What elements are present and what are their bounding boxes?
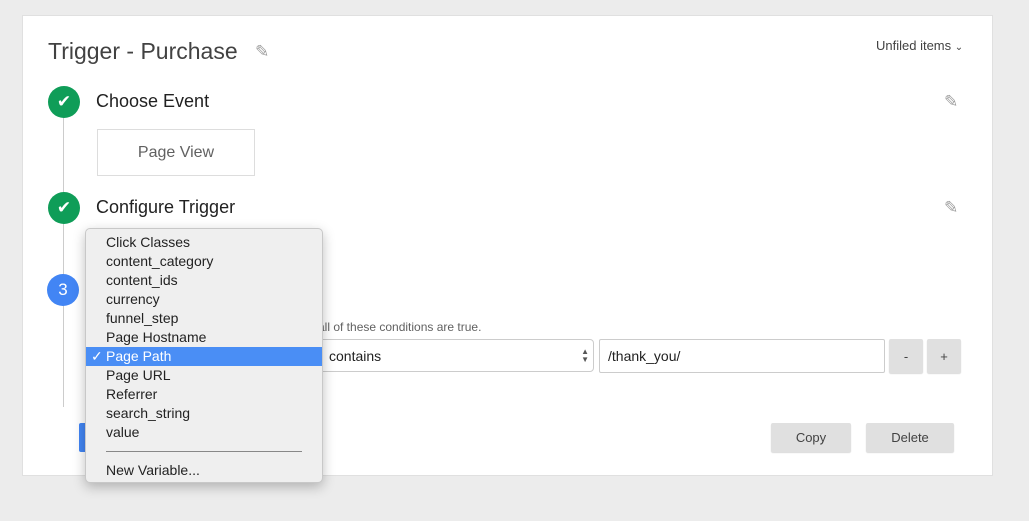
folder-label: Unfiled items <box>876 38 952 53</box>
event-type-button[interactable]: Page View <box>97 129 255 176</box>
edit-trigger-icon[interactable]: ✎ <box>944 198 958 218</box>
step-title-choose-event: Choose Event <box>96 91 210 111</box>
variable-dropdown-menu: Click Classes content_category content_ids… <box>85 228 323 483</box>
menu-item-label: value <box>106 424 140 440</box>
new-variable-item[interactable]: New Variable... <box>86 461 322 480</box>
menu-item[interactable]: Page URL <box>86 366 322 385</box>
menu-item-label: Page Hostname <box>106 329 207 345</box>
menu-item[interactable]: currency <box>86 290 322 309</box>
chevron-down-icon: ⌄ <box>954 42 964 53</box>
menu-item[interactable]: Click Classes <box>86 233 322 252</box>
check-icon: ✔ <box>48 192 80 224</box>
menu-item-label: Page Path <box>106 348 172 364</box>
remove-condition-button[interactable]: - <box>889 339 923 373</box>
check-icon: ✓ <box>91 348 103 364</box>
menu-item-label: funnel_step <box>106 310 179 326</box>
edit-title-icon[interactable]: ✎ <box>255 42 269 62</box>
step-connector <box>63 117 64 407</box>
page-title: Trigger - Purchase <box>48 38 238 64</box>
folder-selector[interactable]: Unfiled items ⌄ <box>876 38 963 53</box>
add-condition-button[interactable]: + <box>927 339 961 373</box>
menu-item-label: Page URL <box>106 367 171 383</box>
step-title-configure-trigger: Configure Trigger <box>96 197 236 217</box>
menu-item[interactable]: ✓ Page Path <box>86 347 322 366</box>
menu-item-label: search_string <box>106 405 191 421</box>
delete-button[interactable]: Delete <box>866 423 954 452</box>
copy-button[interactable]: Copy <box>771 423 851 452</box>
menu-item[interactable]: search_string <box>86 404 322 423</box>
edit-event-icon[interactable]: ✎ <box>944 92 958 112</box>
menu-item[interactable]: Referrer <box>86 385 322 404</box>
menu-item-label: content_ids <box>106 272 178 288</box>
menu-item[interactable]: content_category <box>86 252 322 271</box>
conditions-hint: all of these conditions are true. <box>318 320 482 334</box>
menu-item[interactable]: content_ids <box>86 271 322 290</box>
menu-item-label: currency <box>106 291 160 307</box>
operator-select[interactable]: contains ▲ ▼ <box>318 339 594 372</box>
operator-value: contains <box>329 348 382 364</box>
menu-item-label: Click Classes <box>106 234 191 250</box>
menu-item[interactable]: Page Hostname <box>86 328 322 347</box>
menu-item[interactable]: value <box>86 423 322 442</box>
step-number: 3 <box>47 274 79 306</box>
menu-item[interactable]: funnel_step <box>86 309 322 328</box>
condition-value-input[interactable] <box>599 339 885 373</box>
menu-item-label: Referrer <box>106 386 158 402</box>
updown-arrow-icon: ▲ ▼ <box>581 347 589 364</box>
menu-divider <box>106 451 302 452</box>
check-icon: ✔ <box>48 86 80 118</box>
menu-item-label: content_category <box>106 253 214 269</box>
